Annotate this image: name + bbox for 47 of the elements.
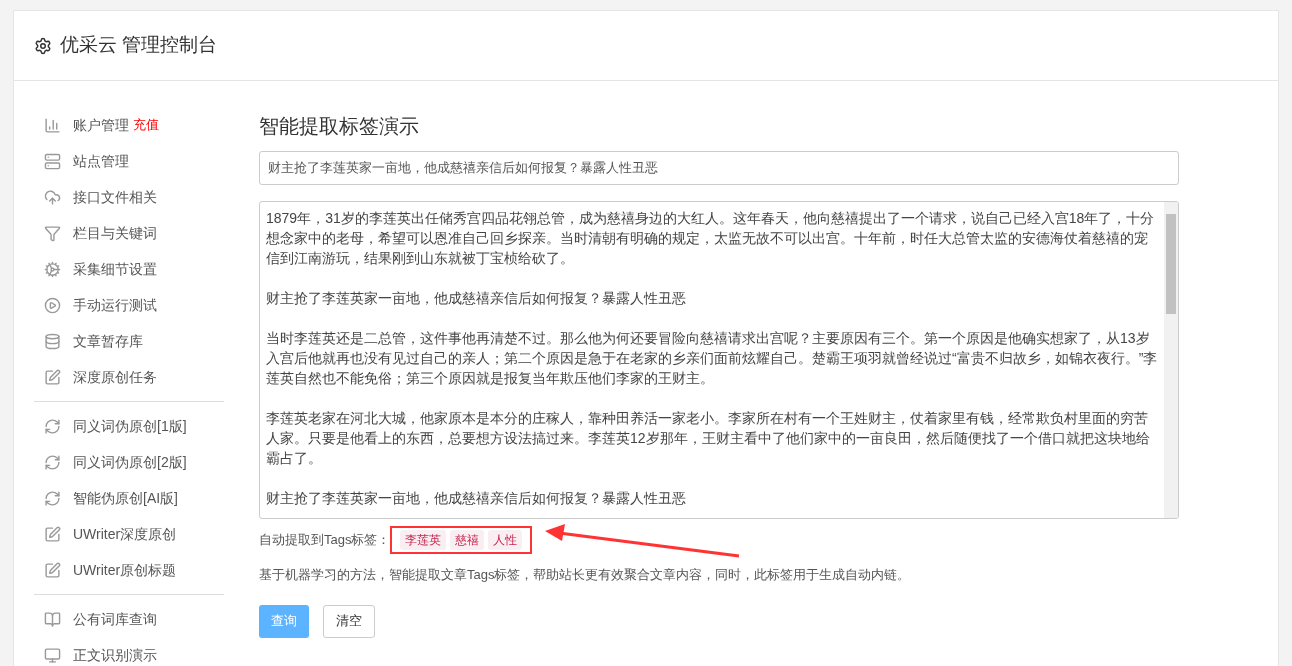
- sidebar-link[interactable]: 同义词伪原创[1版]: [73, 415, 187, 437]
- refresh-icon: [44, 453, 61, 471]
- edit-icon: [44, 561, 61, 579]
- bar-chart-icon: [44, 116, 61, 134]
- sidebar-link[interactable]: 文章暂存库: [73, 330, 143, 352]
- tags-label: 自动提取到Tags标签：: [259, 531, 391, 550]
- tag-chip: 人性: [488, 530, 523, 550]
- cloud-upload-icon: [44, 188, 61, 206]
- tag-chip: 慈禧: [450, 530, 485, 550]
- monitor-icon: [44, 646, 61, 664]
- filter-icon: [44, 224, 61, 242]
- edit-icon: [44, 368, 61, 386]
- sidebar-link[interactable]: 深度原创任务: [73, 366, 157, 388]
- refresh-icon: [44, 417, 61, 435]
- sidebar-link[interactable]: 智能伪原创[AI版]: [73, 487, 178, 509]
- sidebar-link[interactable]: 同义词伪原创[2版]: [73, 451, 187, 473]
- title-input-field[interactable]: 财主抢了李莲英家一亩地，他成慈禧亲信后如何报复？暴露人性丑恶: [259, 151, 1179, 185]
- recharge-link[interactable]: 充值: [133, 115, 159, 135]
- article-paragraph: 财主抢了李莲英家一亩地，他成慈禧亲信后如何报复？暴露人性丑恶: [266, 289, 687, 308]
- page-heading: 智能提取标签演示: [259, 114, 420, 139]
- sidebar-link[interactable]: 账户管理: [73, 114, 129, 136]
- book-icon: [44, 610, 61, 628]
- settings-icon: [34, 36, 52, 55]
- sidebar-link[interactable]: 手动运行测试: [73, 294, 157, 316]
- description-text: 基于机器学习的方法，智能提取文章Tags标签，帮助站长更有效聚合文章内容，同时，此标签用于生成自动内链。: [259, 566, 912, 584]
- sidebar-link[interactable]: 公有词库查询: [73, 608, 157, 630]
- database-icon: [44, 332, 61, 350]
- sidebar-link[interactable]: 站点管理: [73, 150, 129, 172]
- article-paragraph: 李莲英老家在河北大城，他家原本是本分的庄稼人，靠种田养活一家老小。李家所在村有一个王姓财主，仗着家里有钱，经常欺负村里面的穷苦人家。只要是他看上的东西，总要想方设法搞过来。李莲英12岁那年，王财主看中了他们家中的一亩良田，然后随便找了一个借口就把这块地给霸占了。: [266, 409, 1151, 468]
- content-text-area[interactable]: [259, 201, 1179, 519]
- sidebar-link[interactable]: 正文识别演示: [73, 644, 157, 666]
- scrollbar[interactable]: [1164, 202, 1178, 518]
- article-paragraph: 财主抢了李莲英家一亩地，他成慈禧亲信后如何报复？暴露人性丑恶: [266, 489, 687, 508]
- server-icon: [44, 152, 61, 170]
- edit-icon: [44, 525, 61, 543]
- sidebar-link[interactable]: UWriter原创标题: [73, 559, 177, 581]
- sidebar-link[interactable]: 栏目与关键词: [73, 222, 157, 244]
- refresh-icon: [44, 489, 61, 507]
- article-paragraph: 当时李莲英还是二总管，这件事他再清楚不过。那么他为何还要冒险向慈禧请求出宫呢？主要原因有三个。第一个原因是他确实想家了，从13岁入宫后他就再也没有见过自己的亲人；第二个原因是急于在老家的乡亲们面前炫耀自己。楚霸王项羽就曾经说过“富贵不归故乡，如锦衣夜行。”李莲英自然也不能免俗；第三个原因就是报复当年欺压他们李家的王财主。: [266, 329, 1158, 388]
- sidebar-link[interactable]: UWriter深度原创: [73, 523, 177, 545]
- play-icon: [44, 296, 61, 314]
- clear-button[interactable]: 清空: [323, 604, 375, 638]
- console-title: 优采云 管理控制台: [60, 33, 218, 58]
- sidebar-link[interactable]: 采集细节设置: [73, 258, 157, 280]
- tag-chip: 李莲英: [400, 530, 447, 550]
- article-paragraph: 1879年，31岁的李莲英出任储秀宫四品花翎总管，成为慈禧身边的大红人。这年春天，他向慈禧提出了一个请求，说自己已经入宫18年了，十分想念家中的老母，希望可以恩准自己回乡探亲。当时清朝有明确的规定，太监无故不可以出宫。十年前，时任大总管太监的安德海仗着慈禧的宠信到江南游玩，结果刚到山东就被丁宝桢给砍了。: [266, 209, 1156, 268]
- sidebar-link[interactable]: 接口文件相关: [73, 186, 157, 208]
